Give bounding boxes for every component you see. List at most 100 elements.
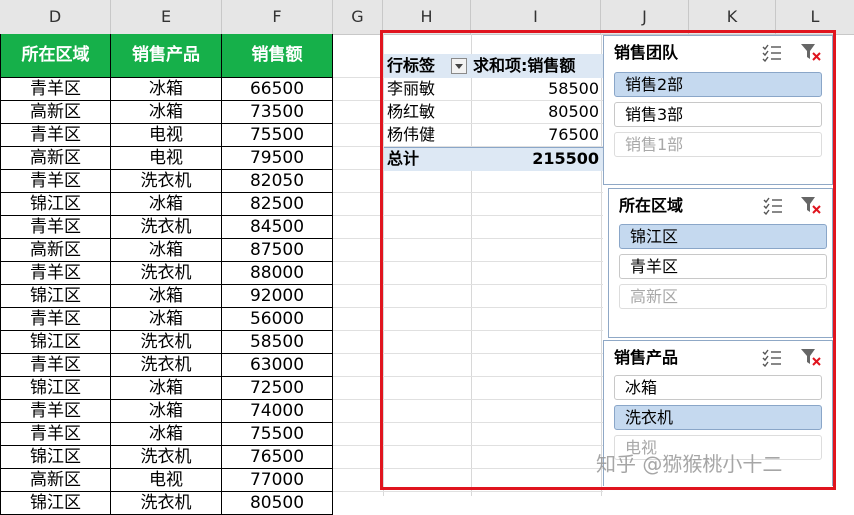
cell-region[interactable]: 锦江区: [0, 446, 111, 469]
cell-sales[interactable]: 58500: [222, 331, 333, 354]
cell-region[interactable]: 青羊区: [0, 308, 111, 331]
header-product[interactable]: 销售产品: [111, 34, 222, 78]
cell-sales[interactable]: 73500: [222, 101, 333, 124]
column-header-G[interactable]: G: [333, 0, 383, 34]
cell-sales[interactable]: 79500: [222, 147, 333, 170]
cell-region[interactable]: 青羊区: [0, 216, 111, 239]
cell-region[interactable]: 锦江区: [0, 193, 111, 216]
clear-filter-icon[interactable]: [800, 42, 822, 62]
cell-sales[interactable]: 77000: [222, 469, 333, 492]
cell-sales[interactable]: 75500: [222, 124, 333, 147]
cell-product[interactable]: 洗衣机: [111, 446, 222, 469]
cell-product[interactable]: 洗衣机: [111, 170, 222, 193]
cell-region[interactable]: 高新区: [0, 469, 111, 492]
multi-select-icon[interactable]: [762, 44, 782, 62]
cell-sales[interactable]: 87500: [222, 239, 333, 262]
cell-region[interactable]: 锦江区: [0, 331, 111, 354]
slicer-item[interactable]: 销售3部: [614, 102, 822, 127]
cell-region[interactable]: 青羊区: [0, 170, 111, 193]
cell-region[interactable]: 锦江区: [0, 285, 111, 308]
gridline: [333, 422, 603, 423]
pivot-row-value[interactable]: 80500: [473, 101, 599, 123]
column-header-F[interactable]: F: [222, 0, 333, 34]
cell-product[interactable]: 冰箱: [111, 78, 222, 101]
cell-product[interactable]: 冰箱: [111, 239, 222, 262]
cell-sales[interactable]: 63000: [222, 354, 333, 377]
cell-product[interactable]: 冰箱: [111, 377, 222, 400]
gridline: [333, 192, 603, 193]
pivot-row-value[interactable]: 76500: [473, 124, 599, 146]
cell-product[interactable]: 冰箱: [111, 423, 222, 446]
cell-sales[interactable]: 88000: [222, 262, 333, 285]
cell-region[interactable]: 青羊区: [0, 354, 111, 377]
cell-product[interactable]: 冰箱: [111, 400, 222, 423]
gridline: [333, 238, 603, 239]
cell-product[interactable]: 电视: [111, 124, 222, 147]
pivot-row-value[interactable]: 58500: [473, 78, 599, 100]
cell-product[interactable]: 洗衣机: [111, 331, 222, 354]
column-header-J[interactable]: J: [601, 0, 689, 34]
cell-region[interactable]: 青羊区: [0, 400, 111, 423]
pivot-row-name[interactable]: 李丽敏: [387, 78, 435, 100]
pivot-row-name[interactable]: 杨红敏: [387, 101, 435, 123]
cell-sales[interactable]: 92000: [222, 285, 333, 308]
cell-sales[interactable]: 76500: [222, 446, 333, 469]
slicer-item[interactable]: 销售2部: [614, 72, 822, 97]
slicer-item[interactable]: 销售1部: [614, 132, 822, 157]
cell-sales[interactable]: 82050: [222, 170, 333, 193]
cell-sales[interactable]: 74000: [222, 400, 333, 423]
cell-region[interactable]: 青羊区: [0, 78, 111, 101]
header-region[interactable]: 所在区域: [0, 34, 111, 78]
slicer-item[interactable]: 洗衣机: [614, 405, 822, 430]
cell-region[interactable]: 青羊区: [0, 423, 111, 446]
cell-sales[interactable]: 82500: [222, 193, 333, 216]
cell-product[interactable]: 电视: [111, 147, 222, 170]
cell-sales[interactable]: 66500: [222, 78, 333, 101]
clear-filter-icon[interactable]: [800, 195, 822, 215]
cell-product[interactable]: 冰箱: [111, 308, 222, 331]
cell-product[interactable]: 冰箱: [111, 193, 222, 216]
cell-product[interactable]: 洗衣机: [111, 354, 222, 377]
column-header-D[interactable]: D: [0, 0, 111, 34]
multi-select-icon[interactable]: [762, 349, 782, 367]
header-sales[interactable]: 销售额: [222, 34, 333, 78]
slicer-sales-team[interactable]: 销售团队 销售2部 销售3部 销售1部: [603, 35, 833, 185]
gridline: [333, 215, 603, 216]
cell-region[interactable]: 高新区: [0, 239, 111, 262]
column-header-K[interactable]: K: [689, 0, 776, 34]
gridline: [333, 330, 603, 331]
multi-select-icon[interactable]: [763, 197, 783, 215]
cell-product[interactable]: 洗衣机: [111, 216, 222, 239]
cell-sales[interactable]: 84500: [222, 216, 333, 239]
slicer-item[interactable]: 青羊区: [619, 254, 827, 279]
column-header-H[interactable]: H: [383, 0, 471, 34]
filter-dropdown-icon[interactable]: [451, 58, 467, 74]
cell-region[interactable]: 锦江区: [0, 492, 111, 515]
column-header-E[interactable]: E: [111, 0, 222, 34]
cell-product[interactable]: 冰箱: [111, 285, 222, 308]
gridline: [333, 468, 603, 469]
slicer-item[interactable]: 高新区: [619, 284, 827, 309]
cell-region[interactable]: 高新区: [0, 101, 111, 124]
cell-product[interactable]: 洗衣机: [111, 492, 222, 515]
cell-product[interactable]: 洗衣机: [111, 262, 222, 285]
cell-region[interactable]: 青羊区: [0, 124, 111, 147]
cell-region[interactable]: 锦江区: [0, 377, 111, 400]
column-header-L[interactable]: L: [776, 0, 854, 34]
column-header-bar: D E F G H I J K L: [0, 0, 854, 35]
clear-filter-icon[interactable]: [800, 347, 822, 367]
slicer-item[interactable]: 锦江区: [619, 224, 827, 249]
cell-region[interactable]: 青羊区: [0, 262, 111, 285]
cell-sales[interactable]: 56000: [222, 308, 333, 331]
pivot-row-name[interactable]: 杨伟健: [387, 124, 435, 146]
cell-sales[interactable]: 72500: [222, 377, 333, 400]
cell-region[interactable]: 高新区: [0, 147, 111, 170]
cell-sales[interactable]: 75500: [222, 423, 333, 446]
cell-product[interactable]: 冰箱: [111, 101, 222, 124]
slicer-region[interactable]: 所在区域 锦江区 青羊区 高新区: [608, 188, 833, 338]
slicer-item[interactable]: 冰箱: [614, 375, 822, 400]
cell-sales[interactable]: 80500: [222, 492, 333, 515]
cell-product[interactable]: 电视: [111, 469, 222, 492]
gridline: [333, 307, 603, 308]
column-header-I[interactable]: I: [471, 0, 601, 34]
